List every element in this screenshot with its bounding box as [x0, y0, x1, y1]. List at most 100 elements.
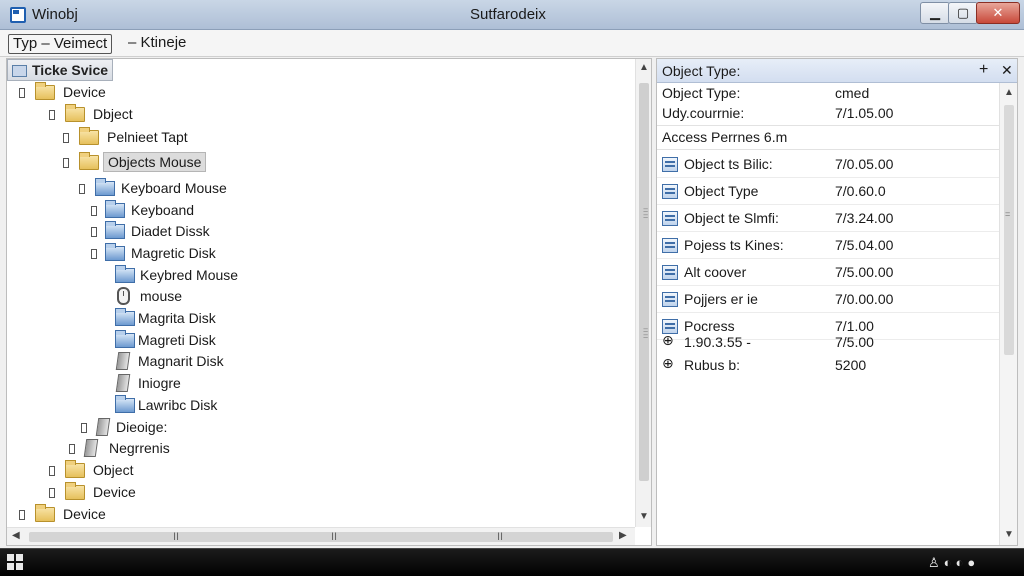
property-key: Pojjers er ie	[684, 291, 758, 307]
blue-folder-icon	[95, 178, 115, 196]
property-key: Alt coover	[684, 264, 747, 280]
add-icon[interactable]: +	[979, 61, 988, 79]
property-key: 1.90.3.55 -	[684, 334, 751, 350]
tree-node-label: Device	[63, 506, 106, 522]
scroll-grip-icon: II	[497, 531, 504, 543]
mouse-icon	[117, 287, 130, 305]
summary-key: Object Type:	[662, 85, 741, 101]
folder-icon	[35, 504, 55, 522]
scroll-grip-icon: II	[173, 531, 180, 543]
scroll-up-icon[interactable]: ▲	[1004, 87, 1014, 98]
folder-icon	[79, 152, 99, 170]
disk-icon	[95, 418, 111, 436]
blue-folder-icon	[115, 395, 135, 413]
property-value: 7/3.24.00	[835, 210, 894, 226]
property-value: 7/0.00.00	[835, 291, 894, 307]
blue-folder-icon	[115, 265, 135, 283]
property-row[interactable]: Object Type 7/0.60.0	[657, 178, 999, 205]
blue-folder-icon	[115, 330, 135, 348]
property-row[interactable]: Alt coover 7/5.00.00	[657, 259, 999, 286]
properties-pane: Object Type: + ✕ Object Type: cmed Udy.c…	[656, 58, 1018, 546]
scroll-left-icon[interactable]: ◀	[12, 530, 20, 541]
disk-icon	[115, 374, 131, 392]
scroll-grip-icon: =	[1005, 209, 1011, 219]
toolbar-item[interactable]: – Ktineje	[124, 34, 190, 54]
scroll-thumb[interactable]	[639, 83, 649, 481]
tree-expander[interactable]	[91, 227, 97, 237]
property-key: Object te Slmfi:	[684, 210, 779, 226]
folder-icon	[79, 127, 99, 145]
tree-expander[interactable]	[81, 423, 87, 433]
doc-icon	[662, 265, 678, 280]
tree-node-label: Dieoige:	[116, 419, 168, 435]
tree-expander[interactable]	[63, 133, 69, 143]
tree-node-label: Keybred Mouse	[140, 267, 239, 283]
tree-expander[interactable]	[19, 510, 25, 520]
tree-node-label: Magretic Disk	[131, 245, 216, 261]
doc-icon	[662, 157, 678, 172]
tree-expander[interactable]	[49, 110, 55, 120]
folder-icon	[65, 104, 85, 122]
app-window: Winobj Sutfarodeix ▁ ▢ ✕ Typ – Veimect –…	[0, 0, 1024, 576]
property-row[interactable]: Pojjers er ie 7/0.00.00	[657, 286, 999, 313]
scroll-right-icon[interactable]: ▶	[619, 530, 627, 541]
property-row[interactable]: Pojess ts Kines: 7/5.04.00	[657, 232, 999, 259]
tree-node-label: Negrrenis	[109, 440, 170, 456]
minimize-button[interactable]: ▁	[920, 2, 950, 24]
tree-expander[interactable]	[91, 249, 97, 259]
scroll-down-icon[interactable]: ▼	[1004, 529, 1014, 540]
doc-icon	[662, 211, 678, 226]
tree-expander[interactable]	[79, 184, 85, 194]
tree-expander[interactable]	[49, 488, 55, 498]
tree-expander[interactable]	[63, 158, 69, 168]
tree-expander[interactable]	[69, 444, 75, 454]
folder-icon	[65, 460, 85, 478]
tree-expander[interactable]	[91, 206, 97, 216]
summary-value: 7/1.05.00	[835, 105, 894, 121]
plus-icon: ⊕	[662, 332, 674, 348]
window-title: Sutfarodeix	[470, 6, 546, 23]
toolbar-type-filter[interactable]: Typ – Veimect	[8, 34, 113, 54]
scroll-down-icon[interactable]: ▼	[639, 511, 649, 522]
property-value: 7/0.05.00	[835, 156, 894, 172]
disk-icon	[115, 352, 131, 370]
properties-vertical-scrollbar[interactable]: ▲ = ▼	[999, 83, 1017, 545]
summary-row: Object Type: cmed	[657, 83, 999, 105]
maximize-button[interactable]: ▢	[948, 2, 978, 24]
scroll-grip-icon: II	[331, 531, 338, 543]
tree-expander[interactable]	[19, 88, 25, 98]
close-button[interactable]: ✕	[976, 2, 1020, 24]
blue-folder-icon	[105, 221, 125, 239]
toolbar: Typ – Veimect – Ktineje	[0, 30, 1024, 57]
property-row[interactable]: Object te Slmfi: 7/3.24.00	[657, 205, 999, 232]
tree-root-header[interactable]: Ticke Svice	[7, 59, 113, 81]
property-key: Pojess ts Kines:	[684, 237, 784, 253]
doc-icon	[662, 292, 678, 307]
doc-icon	[662, 184, 678, 199]
taskbar: ♙◐◐●	[0, 548, 1024, 576]
folder-icon	[65, 482, 85, 500]
blue-folder-icon	[105, 200, 125, 218]
property-row[interactable]: Object ts Bilic: 7/0.05.00	[657, 151, 999, 178]
property-value: 7/5.00	[835, 334, 874, 350]
splitter-grip-icon[interactable]: = =	[643, 206, 648, 221]
property-value: 7/5.00.00	[835, 264, 894, 280]
property-value: 5200	[835, 357, 867, 373]
property-row[interactable]: ⊕ Rubus b: 5200	[657, 352, 999, 379]
splitter-grip-icon[interactable]: = =	[643, 326, 648, 341]
access-label: Access Perrnes 6.m	[662, 129, 788, 145]
scroll-up-icon[interactable]: ▲	[639, 62, 649, 73]
start-icon[interactable]	[7, 554, 23, 570]
scroll-thumb[interactable]	[29, 532, 613, 542]
system-tray-icons[interactable]: ♙◐◐●	[928, 555, 979, 571]
summary-row: Udy.courrnie: 7/1.05.00	[657, 103, 999, 125]
close-pane-icon[interactable]: ✕	[1001, 62, 1013, 79]
tree-vertical-scrollbar[interactable]: ▲ ▼	[635, 59, 651, 527]
divider	[657, 149, 999, 150]
tree-expander[interactable]	[49, 466, 55, 476]
scroll-thumb[interactable]	[1004, 105, 1014, 355]
tree-horizontal-scrollbar[interactable]: ◀ II II II ▶	[7, 527, 635, 545]
tree-root-label: Ticke Svice	[32, 62, 109, 78]
property-key: Object Type	[684, 183, 759, 199]
tree-node-label: Diadet Dissk	[131, 223, 210, 239]
